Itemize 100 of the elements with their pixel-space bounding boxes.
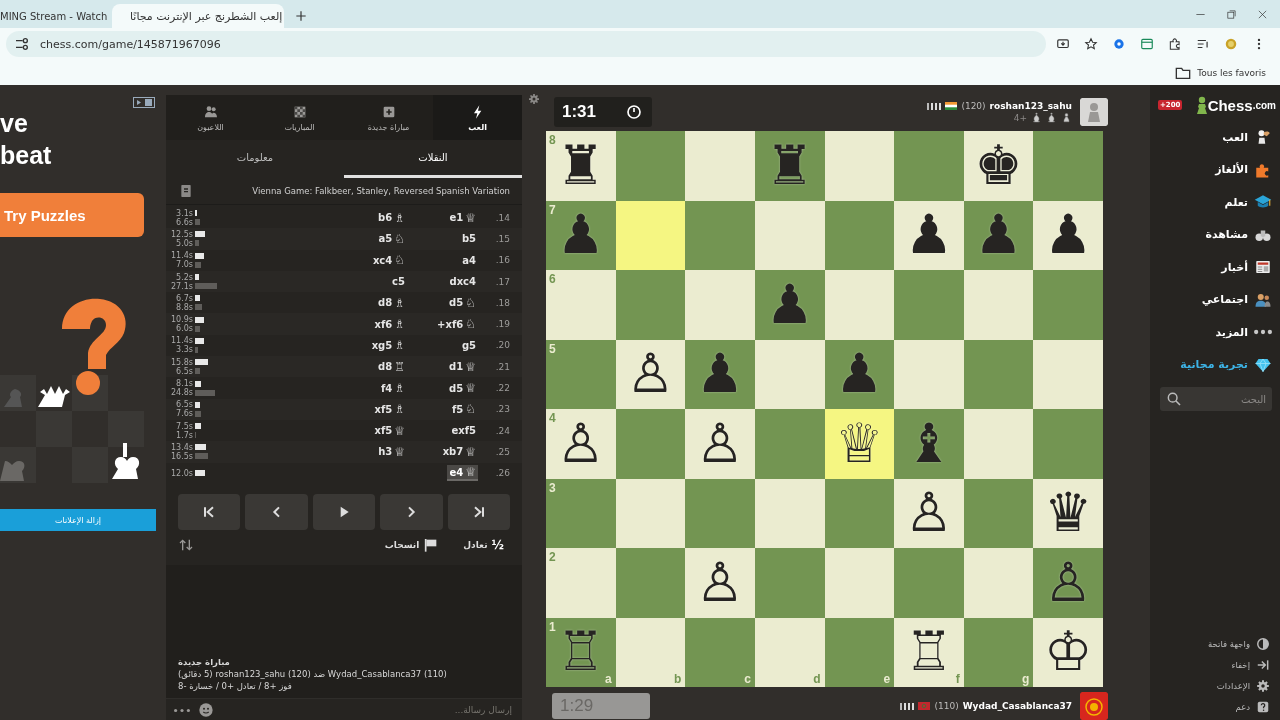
board-square[interactable]: ♟ bbox=[754, 270, 825, 340]
board-square[interactable]: ♟ bbox=[963, 200, 1034, 270]
chess-piece[interactable]: ♙ bbox=[695, 416, 745, 471]
board-square[interactable]: ♕ bbox=[824, 409, 895, 479]
chess-piece[interactable]: ♜ bbox=[556, 138, 606, 193]
profile-icon[interactable] bbox=[1224, 37, 1238, 51]
move[interactable]: ♘ xf6+ bbox=[435, 317, 478, 332]
board-square[interactable]: ♜ bbox=[754, 131, 825, 201]
search-field[interactable]: البحث bbox=[1160, 387, 1272, 411]
sidebar-item[interactable]: المزيد bbox=[1150, 316, 1280, 349]
move[interactable]: ♗ xf5 bbox=[372, 402, 407, 417]
first-move-button[interactable] bbox=[178, 493, 241, 530]
board-square[interactable] bbox=[963, 339, 1034, 409]
board-square[interactable]: ♙ bbox=[685, 409, 755, 479]
move[interactable]: ♗ b6 bbox=[376, 210, 407, 225]
chess-piece[interactable]: ♟ bbox=[695, 347, 745, 402]
move[interactable]: exf5 bbox=[449, 424, 478, 438]
move[interactable]: ♘ xc4 bbox=[370, 253, 407, 268]
board-square[interactable] bbox=[754, 200, 825, 270]
chess-piece[interactable]: ♝ bbox=[904, 416, 954, 471]
sidebar-footer-item[interactable]: دعم bbox=[1150, 696, 1280, 717]
board-square[interactable] bbox=[754, 478, 825, 548]
board-square[interactable] bbox=[824, 131, 895, 201]
sidebar-item[interactable]: اجتماعي bbox=[1150, 283, 1280, 316]
play-button[interactable] bbox=[312, 493, 376, 530]
board-square[interactable]: ♙ bbox=[685, 548, 755, 618]
chess-piece[interactable]: ♟ bbox=[904, 208, 954, 263]
board-square[interactable]: ♟ bbox=[1033, 200, 1103, 270]
window-icon[interactable] bbox=[1140, 37, 1154, 51]
star-icon[interactable] bbox=[1084, 37, 1098, 51]
chat-input[interactable]: إرسال رسالة... bbox=[222, 704, 514, 716]
board-square[interactable]: ♙ bbox=[1033, 548, 1103, 618]
move[interactable]: g5 bbox=[459, 338, 478, 352]
board-square[interactable] bbox=[963, 270, 1034, 340]
chess-piece[interactable]: ♜ bbox=[765, 138, 814, 193]
nav-tab[interactable]: العب bbox=[433, 95, 522, 140]
board-square[interactable] bbox=[615, 200, 686, 270]
sidebar-item[interactable]: العب bbox=[1150, 121, 1280, 154]
sidebar-item[interactable]: تجربة مجانية bbox=[1150, 348, 1280, 381]
chess-piece[interactable]: ♟ bbox=[1044, 208, 1093, 263]
emoji-icon[interactable] bbox=[198, 702, 214, 718]
puzzle-extension-icon[interactable] bbox=[1168, 37, 1182, 51]
nav-tab[interactable]: مباراة جديدة bbox=[344, 95, 433, 140]
chess-piece[interactable]: ♖ bbox=[904, 625, 954, 680]
move[interactable]: dxc4 bbox=[447, 275, 478, 289]
board-square[interactable] bbox=[963, 548, 1034, 618]
sidebar-footer-item[interactable]: إخفاء bbox=[1150, 654, 1280, 675]
move[interactable]: a4 bbox=[460, 253, 478, 267]
board-square[interactable] bbox=[615, 478, 686, 548]
logo[interactable]: Chess.com bbox=[1195, 96, 1276, 114]
move[interactable]: ♖ d8 bbox=[376, 359, 407, 374]
last-move-button[interactable] bbox=[447, 493, 511, 530]
browser-tab[interactable]: MING Stream - Watch bbox=[0, 4, 112, 28]
chess-piece[interactable]: ♚ bbox=[974, 138, 1023, 193]
player-name[interactable]: roshan123_sahu bbox=[989, 101, 1072, 111]
chess-piece[interactable]: ♟ bbox=[835, 347, 884, 402]
move[interactable]: ♘ d5 bbox=[447, 295, 478, 310]
move[interactable]: ♕ e4 bbox=[447, 465, 478, 482]
board-square[interactable]: ♔ bbox=[1033, 617, 1103, 687]
settings-icon[interactable] bbox=[528, 93, 540, 105]
move[interactable]: ♗ d8 bbox=[376, 295, 407, 310]
nav-tab[interactable]: اللاعبون bbox=[166, 95, 255, 140]
nav-tab[interactable]: المباريات bbox=[255, 95, 344, 140]
move[interactable]: ♕ e1 bbox=[447, 210, 478, 225]
avatar[interactable] bbox=[1080, 98, 1108, 126]
chess-piece[interactable]: ♟ bbox=[556, 208, 606, 263]
move[interactable]: ♗ f4 bbox=[378, 381, 407, 395]
move[interactable]: ♘ f5 bbox=[449, 402, 478, 417]
board-square[interactable]: ♙ bbox=[894, 478, 964, 548]
media-control-icon[interactable] bbox=[1196, 37, 1210, 51]
chess-piece[interactable]: ♔ bbox=[1044, 625, 1093, 680]
board-square[interactable]: ♝ bbox=[894, 409, 964, 479]
chess-piece[interactable]: ♕ bbox=[835, 416, 884, 471]
chess-piece[interactable]: ♛ bbox=[1044, 486, 1093, 541]
close-icon[interactable] bbox=[1257, 9, 1268, 20]
install-app-icon[interactable] bbox=[1056, 37, 1070, 51]
move[interactable]: ♕ h3 bbox=[376, 444, 407, 459]
board-square[interactable] bbox=[824, 548, 895, 618]
board-square[interactable] bbox=[615, 270, 686, 340]
chess-piece[interactable]: ♙ bbox=[695, 555, 745, 610]
chess-piece[interactable]: ♙ bbox=[626, 347, 675, 402]
move[interactable]: ♕ xb7 bbox=[440, 444, 478, 459]
resign-button[interactable]: انسحاب bbox=[378, 535, 446, 554]
new-tab-icon[interactable] bbox=[294, 9, 308, 23]
sidebar-item[interactable]: الألغاز bbox=[1150, 153, 1280, 186]
more-dots-icon[interactable] bbox=[174, 707, 190, 713]
move[interactable]: b5 bbox=[459, 232, 478, 246]
address-bar[interactable]: chess.com/game/145871967096 bbox=[6, 31, 1046, 57]
board-square[interactable] bbox=[963, 478, 1034, 548]
avatar[interactable] bbox=[1080, 692, 1108, 720]
player-name[interactable]: Wydad_Casablanca37 bbox=[962, 701, 1072, 711]
board-square[interactable] bbox=[963, 409, 1034, 479]
move[interactable]: ♕ xf5 bbox=[372, 423, 407, 438]
chess-piece[interactable]: ♟ bbox=[974, 208, 1023, 263]
move[interactable]: ♗ xf6 bbox=[372, 317, 407, 332]
sub-tab[interactable]: معلومات bbox=[166, 140, 344, 178]
board-square[interactable]: ♟ bbox=[685, 339, 755, 409]
sidebar-item[interactable]: تعلم bbox=[1150, 186, 1280, 219]
chess-piece[interactable]: ♟ bbox=[765, 277, 814, 332]
sidebar-item[interactable]: أخبار bbox=[1150, 251, 1280, 284]
